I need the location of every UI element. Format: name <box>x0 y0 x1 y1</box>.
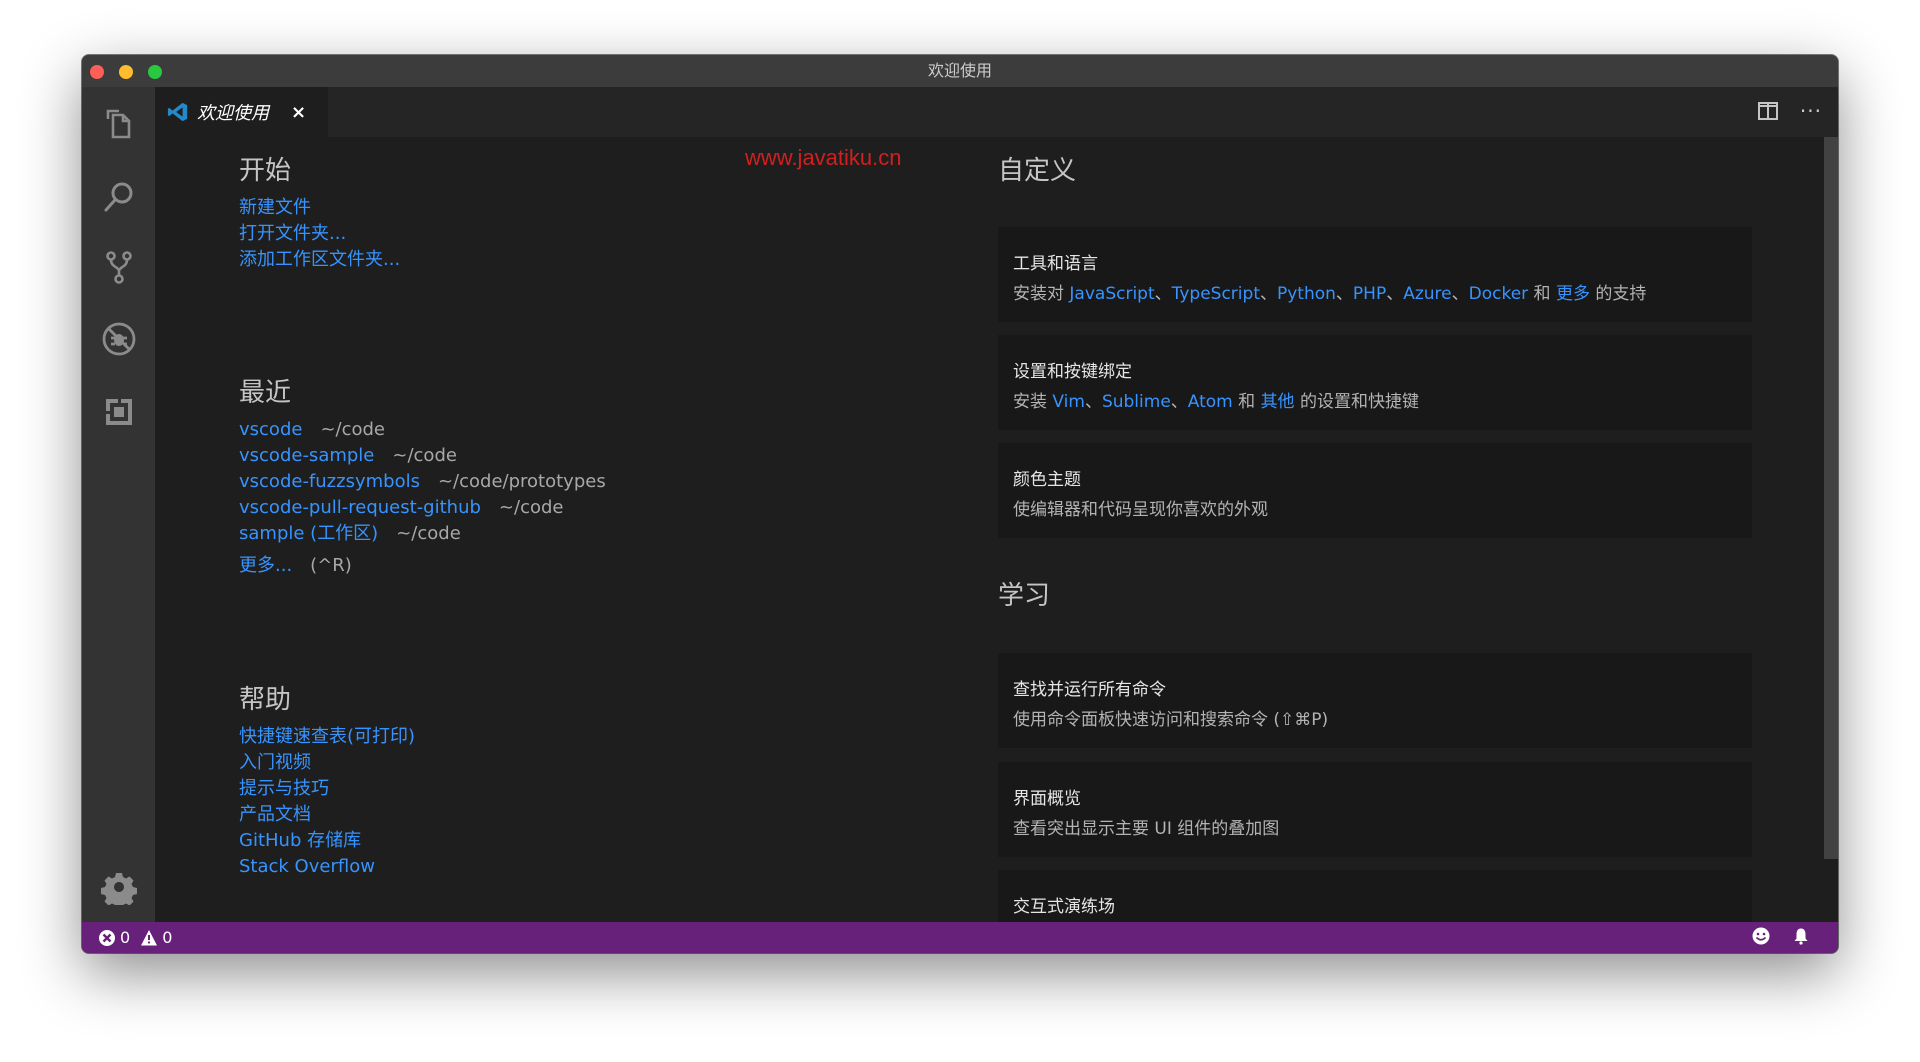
list-item: vscode-fuzzsymbols ~/code/prototypes <box>239 469 606 495</box>
activity-settings[interactable] <box>82 857 155 917</box>
keybindings-card[interactable]: 设置和按键绑定 安装 Vim、Sublime、Atom 和 其他 的设置和快捷键 <box>998 335 1752 430</box>
recent-folder-path: ~/code <box>392 445 457 466</box>
tips-and-tricks-link[interactable]: 提示与技巧 <box>239 778 329 799</box>
list-item: vscode-sample ~/code <box>239 443 606 469</box>
interactive-playground-card[interactable]: 交互式演练场 <box>998 870 1752 922</box>
stack-overflow-link[interactable]: Stack Overflow <box>239 856 375 877</box>
card-title: 工具和语言 <box>1013 254 1098 274</box>
card-title: 查找并运行所有命令 <box>1013 680 1166 700</box>
search-icon <box>104 182 132 212</box>
warning-count: 0 <box>162 928 173 947</box>
vim-link[interactable]: Vim <box>1052 392 1085 412</box>
source-control-icon <box>105 251 132 284</box>
more-actions-icon[interactable]: ··· <box>1800 99 1822 123</box>
recent-folder-path: ~/code <box>320 419 386 440</box>
watermark-text: www.javatiku.cn <box>745 145 902 170</box>
recent-folder-link[interactable]: vscode-sample <box>239 445 374 466</box>
learn-heading: 学习 <box>998 581 1051 611</box>
intro-videos-link[interactable]: 入门视频 <box>239 752 311 773</box>
files-icon <box>106 109 130 139</box>
list-item: vscode-pull-request-github ~/code <box>239 495 606 521</box>
recent-list: vscode ~/code vscode-sample ~/code vscode-… <box>239 417 606 579</box>
recent-heading: 最近 <box>239 378 292 408</box>
start-links: 新建文件 打开文件夹... 添加工作区文件夹... <box>239 195 400 273</box>
customize-heading: 自定义 <box>998 156 1077 186</box>
sublime-link[interactable]: Sublime <box>1102 392 1171 412</box>
welcome-page: www.javatiku.cn 开始 新建文件 打开文件夹... 添加工作区文件… <box>155 137 1838 922</box>
activity-search[interactable] <box>82 167 155 227</box>
php-link[interactable]: PHP <box>1353 284 1386 304</box>
tab-bar: 欢迎使用 × ··· <box>155 87 1838 137</box>
minimize-window-button[interactable] <box>119 65 133 79</box>
recent-folder-path: ~/code <box>396 523 461 544</box>
new-file-link[interactable]: 新建文件 <box>239 197 311 218</box>
window-title: 欢迎使用 <box>927 61 992 80</box>
activity-bar <box>82 87 155 922</box>
keyboard-cheatsheet-link[interactable]: 快捷键速查表(可打印) <box>239 726 415 747</box>
vscode-logo-icon <box>167 102 188 122</box>
tools-languages-card[interactable]: 工具和语言 安装对 JavaScript、TypeScript、Python、P… <box>998 227 1752 322</box>
card-title: 颜色主题 <box>1013 470 1081 490</box>
help-heading: 帮助 <box>239 685 292 715</box>
card-desc: 安装对 JavaScript、TypeScript、Python、PHP、Azu… <box>1013 284 1647 304</box>
activity-explorer[interactable] <box>82 95 155 155</box>
card-desc: 使编辑器和代码呈现你喜欢的外观 <box>1013 500 1268 520</box>
more-languages-link[interactable]: 更多 <box>1556 284 1590 304</box>
vscode-window: 欢迎使用 欢迎使用 × ··· www.javatiku.cn 开始 新建文件 … <box>82 55 1838 953</box>
help-links: 快捷键速查表(可打印) 入门视频 提示与技巧 产品文档 GitHub 存储库 S… <box>239 724 415 880</box>
more-recent-link[interactable]: 更多... <box>239 555 292 576</box>
azure-link[interactable]: Azure <box>1403 284 1451 304</box>
find-commands-card[interactable]: 查找并运行所有命令 使用命令面板快速访问和搜索命令 (⇧⌘P) <box>998 653 1752 748</box>
recent-folder-path: ~/code <box>498 497 564 518</box>
smiley-icon[interactable] <box>1752 927 1770 945</box>
recent-folder-link[interactable]: vscode <box>239 419 302 440</box>
title-bar: 欢迎使用 <box>82 55 1838 87</box>
card-desc: 安装 Vim、Sublime、Atom 和 其他 的设置和快捷键 <box>1013 392 1419 412</box>
atom-link[interactable]: Atom <box>1188 392 1233 412</box>
close-window-button[interactable] <box>90 65 104 79</box>
gear-icon <box>100 873 137 905</box>
extensions-icon <box>105 399 132 425</box>
open-folder-link[interactable]: 打开文件夹... <box>239 223 346 244</box>
error-count: 0 <box>120 928 131 947</box>
activity-extensions[interactable] <box>82 382 155 442</box>
vertical-scrollbar[interactable] <box>1824 137 1838 859</box>
python-link[interactable]: Python <box>1277 284 1336 304</box>
bell-icon[interactable] <box>1792 927 1810 945</box>
card-desc: 查看突出显示主要 UI 组件的叠加图 <box>1013 819 1280 839</box>
color-theme-card[interactable]: 颜色主题 使编辑器和代码呈现你喜欢的外观 <box>998 443 1752 538</box>
recent-folder-link[interactable]: vscode-pull-request-github <box>239 497 481 518</box>
card-title: 设置和按键绑定 <box>1013 362 1132 382</box>
typescript-link[interactable]: TypeScript <box>1172 284 1260 304</box>
card-desc: 使用命令面板快速访问和搜索命令 (⇧⌘P) <box>1013 710 1329 730</box>
interface-overview-card[interactable]: 界面概览 查看突出显示主要 UI 组件的叠加图 <box>998 762 1752 857</box>
activity-debug[interactable] <box>82 309 155 369</box>
add-workspace-folder-link[interactable]: 添加工作区文件夹... <box>239 249 400 270</box>
recent-folder-link[interactable]: sample (工作区) <box>239 523 378 544</box>
github-repo-link[interactable]: GitHub 存储库 <box>239 830 361 851</box>
maximize-window-button[interactable] <box>148 65 162 79</box>
debug-icon <box>102 322 135 356</box>
status-bar: 0 0 <box>82 922 1838 953</box>
close-tab-icon[interactable]: × <box>291 102 306 123</box>
recent-folder-path: ~/code/prototypes <box>437 471 606 492</box>
tab-welcome[interactable]: 欢迎使用 × <box>155 87 328 137</box>
split-editor-icon[interactable] <box>1758 102 1778 120</box>
card-title: 界面概览 <box>1013 789 1081 809</box>
recent-folder-link[interactable]: vscode-fuzzsymbols <box>239 471 420 492</box>
product-docs-link[interactable]: 产品文档 <box>239 804 311 825</box>
docker-link[interactable]: Docker <box>1469 284 1529 304</box>
problems-indicator[interactable]: 0 0 <box>98 928 172 947</box>
activity-source-control[interactable] <box>82 237 155 297</box>
start-heading: 开始 <box>239 156 292 186</box>
card-title: 交互式演练场 <box>1013 897 1115 917</box>
warning-icon <box>141 929 158 945</box>
list-item: vscode ~/code <box>239 417 606 443</box>
javascript-link[interactable]: JavaScript <box>1069 284 1154 304</box>
tab-label: 欢迎使用 <box>197 103 269 124</box>
error-icon <box>99 929 115 946</box>
more-recent-shortcut: (^R) <box>310 555 352 576</box>
list-item: sample (工作区) ~/code <box>239 521 606 547</box>
other-keymaps-link[interactable]: 其他 <box>1261 392 1295 412</box>
